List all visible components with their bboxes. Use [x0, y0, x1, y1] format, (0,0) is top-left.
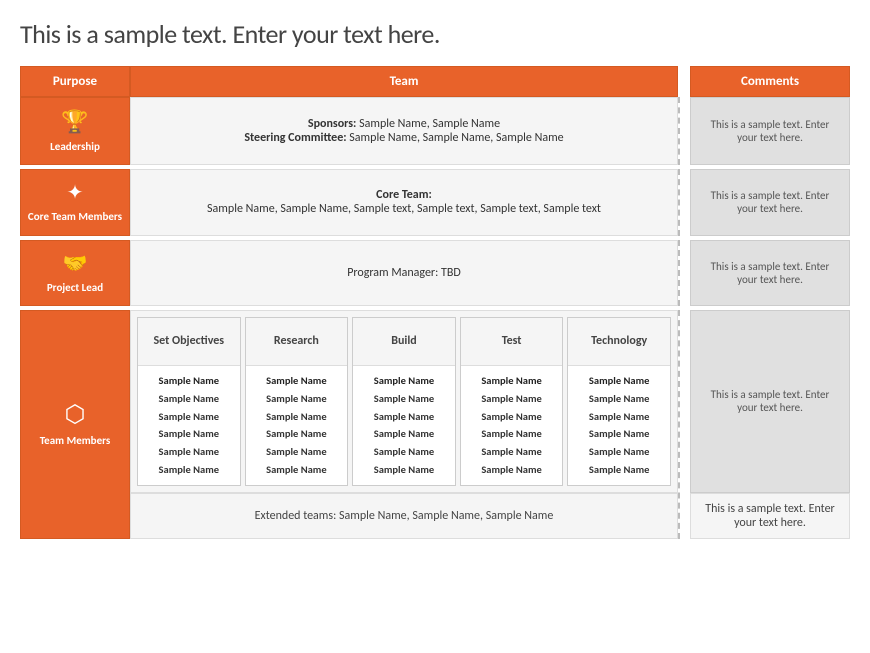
- name-item: Sample Name: [359, 372, 449, 390]
- core-team-cell: Core Team: Sample Name, Sample Name, Sam…: [130, 169, 678, 235]
- project-lead-comment: This is a sample text. Enter your text h…: [690, 240, 850, 306]
- name-item: Sample Name: [359, 390, 449, 408]
- core-team-comment: This is a sample text. Enter your text h…: [690, 169, 850, 235]
- name-item: Sample Name: [144, 408, 234, 426]
- name-item: Sample Name: [467, 425, 557, 443]
- header-purpose: Purpose: [20, 66, 130, 97]
- core-team-line: Core Team:: [145, 188, 663, 202]
- name-item: Sample Name: [574, 443, 664, 461]
- sub-col-names-set-objectives: Sample Name Sample Name Sample Name Samp…: [138, 366, 240, 485]
- purpose-core-team: ✦ Core Team Members: [20, 169, 130, 235]
- sub-col-research: Research Sample Name Sample Name Sample …: [245, 317, 349, 486]
- sub-col-technology: Technology Sample Name Sample Name Sampl…: [567, 317, 671, 486]
- sub-col-header-test: Test: [461, 318, 563, 366]
- extended-teams-cell: Extended teams: Sample Name, Sample Name…: [130, 493, 678, 539]
- name-item: Sample Name: [574, 390, 664, 408]
- name-item: Sample Name: [574, 425, 664, 443]
- name-item: Sample Name: [144, 372, 234, 390]
- sub-col-set-objectives: Set Objectives Sample Name Sample Name S…: [137, 317, 241, 486]
- name-item: Sample Name: [467, 461, 557, 479]
- table-header-row: Purpose Team Comments: [20, 66, 850, 97]
- purpose-leadership: 🏆 Leadership: [20, 97, 130, 165]
- name-item: Sample Name: [574, 408, 664, 426]
- header-team: Team: [130, 66, 678, 97]
- core-team-label: Core Team Members: [27, 210, 123, 224]
- name-item: Sample Name: [144, 425, 234, 443]
- name-item: Sample Name: [467, 372, 557, 390]
- team-members-row: ⬡ Team Members Set Objectives Sample Nam…: [20, 310, 850, 493]
- name-item: Sample Name: [144, 443, 234, 461]
- sub-col-header-research: Research: [246, 318, 348, 366]
- name-item: Sample Name: [359, 408, 449, 426]
- sponsors-value: Sample Name, Sample Name: [359, 117, 500, 131]
- leadership-label: Leadership: [27, 140, 123, 154]
- team-members-sub-grid-cell: Set Objectives Sample Name Sample Name S…: [130, 310, 678, 493]
- sub-col-names-build: Sample Name Sample Name Sample Name Samp…: [353, 366, 455, 485]
- team-members-label: Team Members: [27, 434, 123, 448]
- purpose-project-lead: 🤝 Project Lead: [20, 240, 130, 306]
- core-team-icon: ✦: [27, 180, 123, 205]
- name-item: Sample Name: [467, 443, 557, 461]
- name-item: Sample Name: [574, 461, 664, 479]
- sub-col-header-set-objectives: Set Objectives: [138, 318, 240, 366]
- leadership-comment: This is a sample text. Enter your text h…: [690, 97, 850, 165]
- team-members-comment: This is a sample text. Enter your text h…: [690, 310, 850, 493]
- sub-col-build: Build Sample Name Sample Name Sample Nam…: [352, 317, 456, 486]
- name-item: Sample Name: [574, 372, 664, 390]
- core-team-row: ✦ Core Team Members Core Team: Sample Na…: [20, 169, 850, 235]
- name-item: Sample Name: [467, 408, 557, 426]
- program-manager-text: Program Manager: TBD: [347, 266, 461, 280]
- header-comments: Comments: [690, 66, 850, 97]
- team-members-icon: ⬡: [27, 400, 123, 429]
- leadership-icon: 🏆: [27, 108, 123, 135]
- core-team-value: Sample Name, Sample Name, Sample text, S…: [145, 202, 663, 216]
- name-item: Sample Name: [467, 390, 557, 408]
- sponsors-label: Sponsors:: [308, 117, 356, 131]
- name-item: Sample Name: [252, 390, 342, 408]
- sub-col-header-technology: Technology: [568, 318, 670, 366]
- name-item: Sample Name: [359, 443, 449, 461]
- committee-value: Sample Name, Sample Name, Sample Name: [349, 131, 563, 145]
- project-lead-icon: 🤝: [27, 251, 123, 276]
- name-item: Sample Name: [252, 443, 342, 461]
- sub-col-test: Test Sample Name Sample Name Sample Name…: [460, 317, 564, 486]
- main-table: Purpose Team Comments 🏆 Leadership Spons…: [20, 66, 850, 539]
- project-lead-row: 🤝 Project Lead Program Manager: TBD This…: [20, 240, 850, 306]
- sub-col-header-build: Build: [353, 318, 455, 366]
- name-item: Sample Name: [252, 425, 342, 443]
- project-lead-team-cell: Program Manager: TBD: [130, 240, 678, 306]
- extended-teams-row: Extended teams: Sample Name, Sample Name…: [20, 493, 850, 539]
- project-lead-label: Project Lead: [27, 281, 123, 295]
- sub-col-names-test: Sample Name Sample Name Sample Name Samp…: [461, 366, 563, 485]
- sponsors-line: Sponsors: Sample Name, Sample Name: [145, 117, 663, 131]
- name-item: Sample Name: [359, 425, 449, 443]
- sub-col-names-technology: Sample Name Sample Name Sample Name Samp…: [568, 366, 670, 485]
- name-item: Sample Name: [144, 461, 234, 479]
- extended-teams-text: Extended teams: Sample Name, Sample Name…: [255, 509, 554, 523]
- leadership-row: 🏆 Leadership Sponsors: Sample Name, Samp…: [20, 97, 850, 165]
- leadership-team-cell: Sponsors: Sample Name, Sample Name Steer…: [130, 97, 678, 165]
- name-item: Sample Name: [144, 390, 234, 408]
- purpose-team-members: ⬡ Team Members: [20, 310, 130, 539]
- name-item: Sample Name: [252, 461, 342, 479]
- committee-label: Steering Committee:: [244, 131, 346, 145]
- sub-col-names-research: Sample Name Sample Name Sample Name Samp…: [246, 366, 348, 485]
- extended-comment: This is a sample text. Enter your text h…: [690, 493, 850, 539]
- name-item: Sample Name: [252, 408, 342, 426]
- committee-line: Steering Committee: Sample Name, Sample …: [145, 131, 663, 145]
- sub-grid: Set Objectives Sample Name Sample Name S…: [137, 317, 671, 486]
- page-title: This is a sample text. Enter your text h…: [20, 18, 850, 50]
- core-label: Core Team:: [376, 188, 432, 202]
- name-item: Sample Name: [359, 461, 449, 479]
- name-item: Sample Name: [252, 372, 342, 390]
